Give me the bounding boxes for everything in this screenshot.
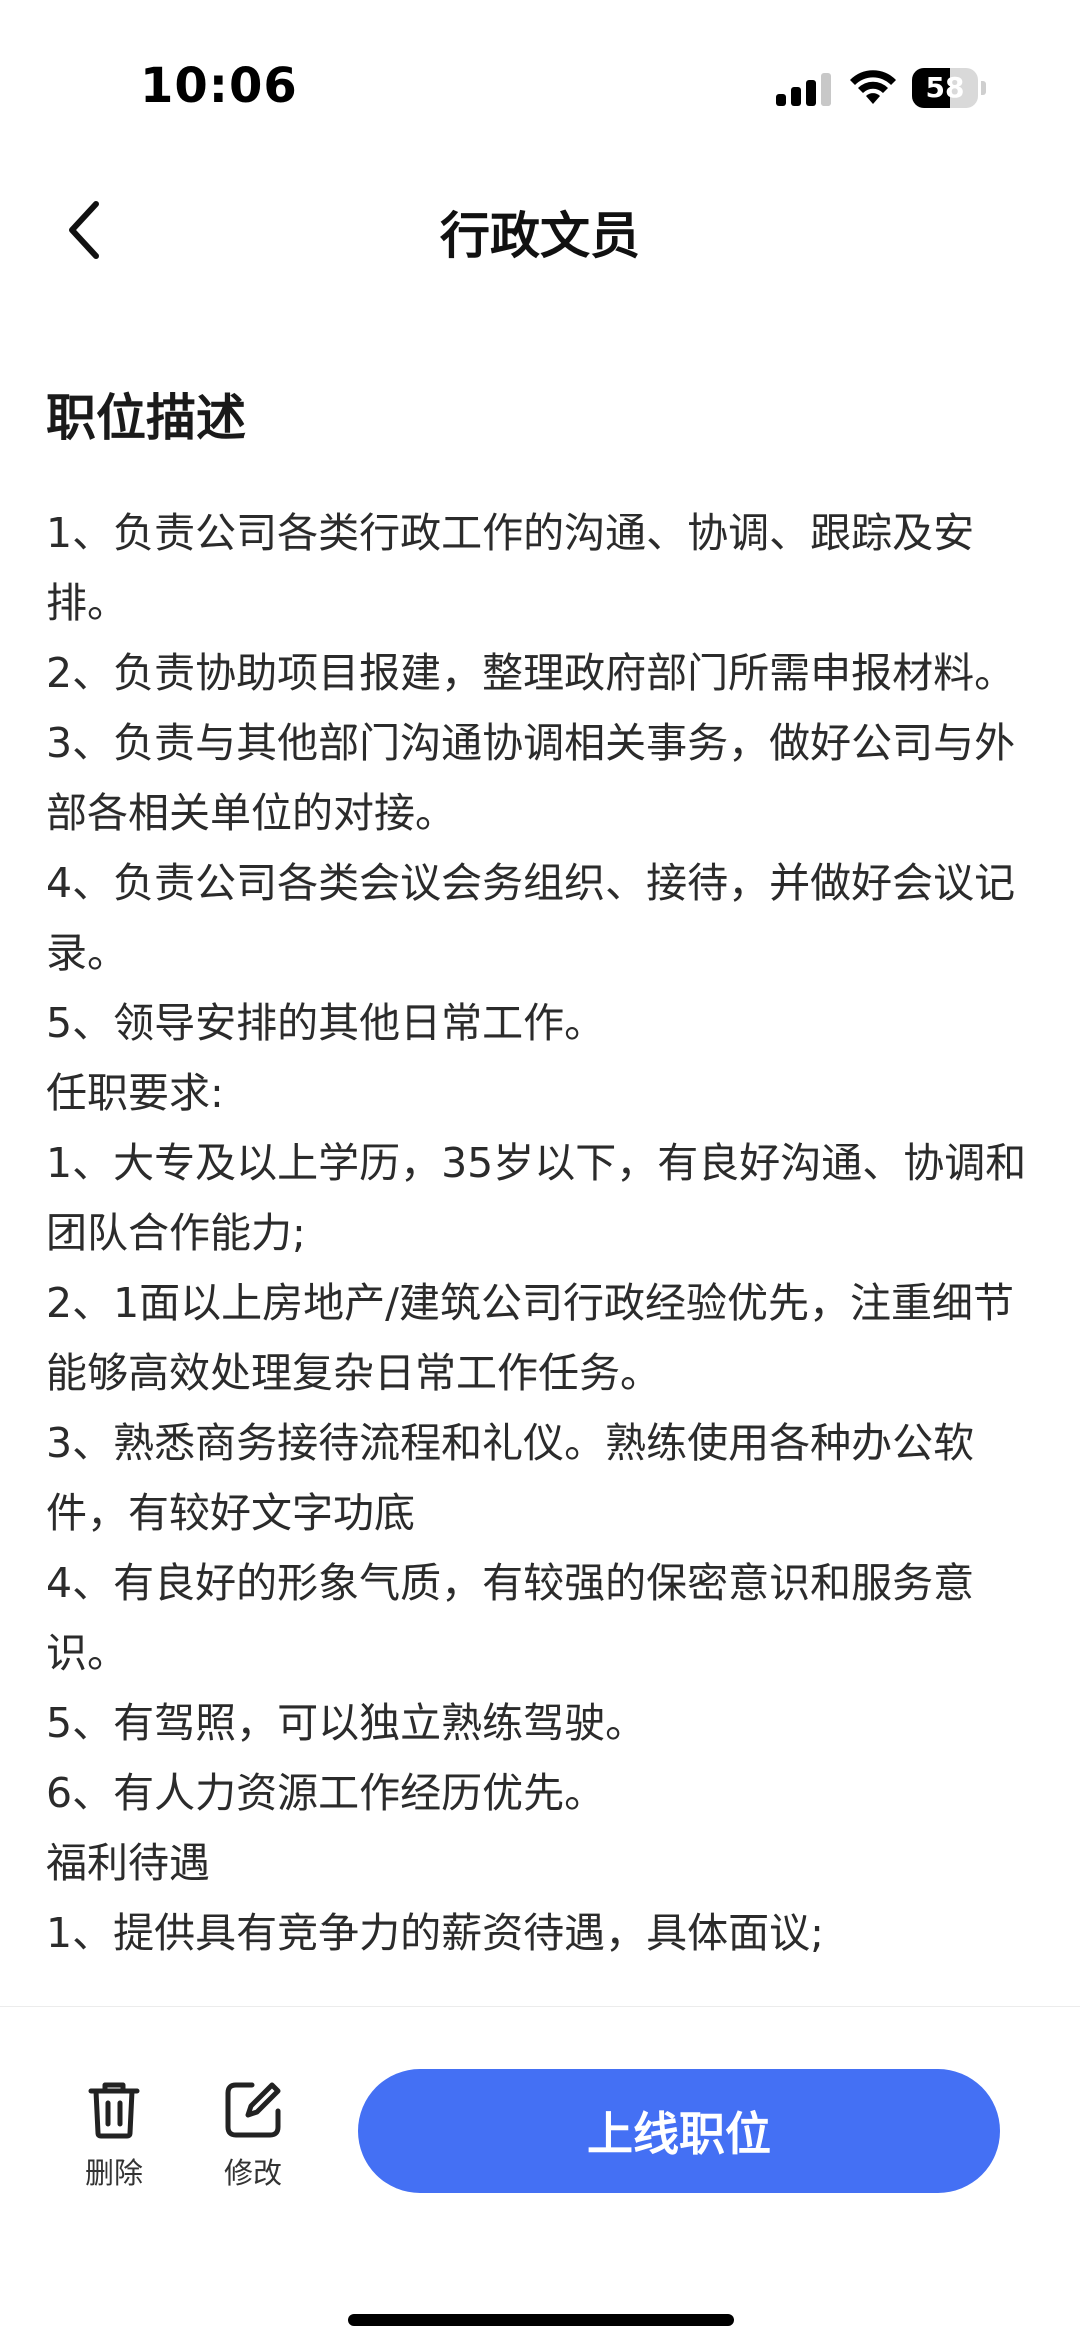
description-line: 1、大专及以上学历，35岁以下，有良好沟通、协调和团队合作能力;	[46, 1139, 1027, 1257]
description-line: 3、熟悉商务接待流程和礼仪。熟练使用各种办公软件，有较好文字功底	[46, 1419, 975, 1537]
edit-button[interactable]: 修改	[203, 2079, 303, 2191]
description-line: 4、负责公司各类会议会务组织、接待，并做好会议记录。	[46, 859, 1016, 977]
delete-label: 删除	[84, 2156, 143, 2190]
description-line: 2、负责协助项目报建，整理政府部门所需申报材料。	[46, 649, 1016, 697]
edit-label: 修改	[223, 2156, 282, 2190]
battery-icon: 58	[912, 68, 986, 108]
status-bar: 10:06 58	[0, 0, 1080, 170]
description-line: 福利待遇	[46, 1839, 210, 1887]
description-line: 1、负责公司各类行政工作的沟通、协调、跟踪及安排。	[46, 509, 975, 627]
battery-level: 58	[925, 71, 965, 104]
description-line: 1、提供具有竞争力的薪资待遇，具体面议;	[46, 1909, 824, 1957]
home-indicator	[348, 2314, 734, 2326]
description-text: 1、负责公司各类行政工作的沟通、协调、跟踪及安排。 2、负责协助项目报建，整理政…	[46, 498, 1036, 1968]
publish-job-button[interactable]: 上线职位	[358, 2069, 1000, 2193]
bottom-action-bar: 删除 修改 上线职位	[0, 2006, 1080, 2348]
description-line: 3、负责与其他部门沟通协调相关事务，做好公司与外部各相关单位的对接。	[46, 719, 1016, 837]
description-line: 5、有驾照，可以独立熟练驾驶。	[46, 1699, 647, 1747]
edit-icon	[225, 2082, 281, 2138]
page-title: 行政文员	[440, 207, 640, 265]
description-line: 6、有人力资源工作经历优先。	[46, 1769, 606, 1817]
description-line: 4、有良好的形象气质，有较强的保密意识和服务意识。	[46, 1559, 975, 1677]
navigation-bar: 行政文员	[0, 170, 1080, 290]
description-line: 5、领导安排的其他日常工作。	[46, 999, 606, 1047]
description-line: 2、1面以上房地产/建筑公司行政经验优先，注重细节能够高效处理复杂日常工作任务。	[46, 1279, 1014, 1397]
status-time: 10:06	[140, 58, 298, 114]
cellular-signal-icon	[776, 73, 831, 106]
job-description-content[interactable]: 职位描述 1、负责公司各类行政工作的沟通、协调、跟踪及安排。 2、负责协助项目报…	[0, 290, 1080, 2008]
trash-icon	[88, 2082, 140, 2139]
delete-button[interactable]: 删除	[64, 2079, 164, 2191]
section-heading: 职位描述	[46, 389, 246, 447]
job-detail-screen: 10:06 58 行政文员 职位描述 1、负责公司各类行政工作的沟通、协调、跟踪…	[0, 0, 1080, 2348]
wifi-icon	[850, 70, 896, 104]
description-line: 任职要求:	[46, 1069, 224, 1117]
